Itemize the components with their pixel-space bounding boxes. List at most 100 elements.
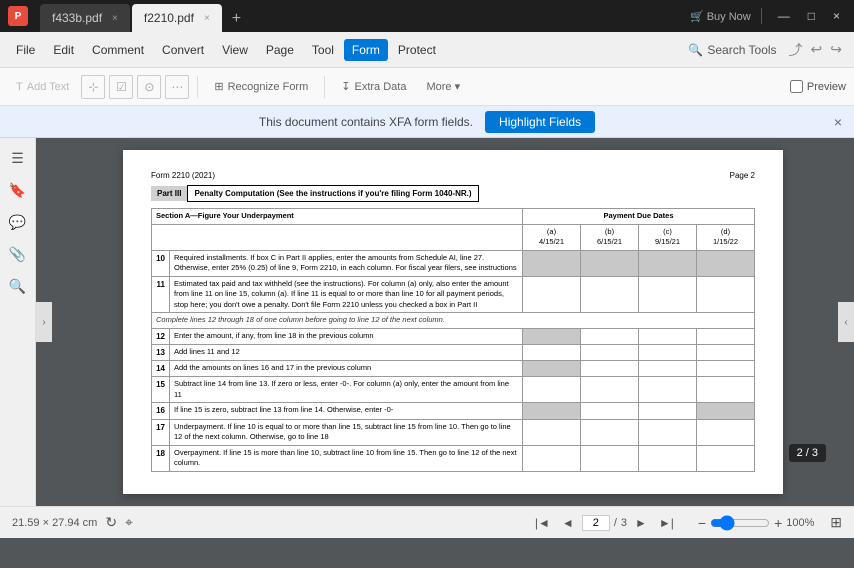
page-nav: |◄ ◄ / 3 ► ►| bbox=[531, 514, 678, 532]
select-tool-icon[interactable]: ⊹ bbox=[81, 75, 105, 99]
data-cell-2[interactable] bbox=[639, 403, 697, 419]
row-description: Estimated tax paid and tax withheld (see… bbox=[170, 276, 523, 313]
menu-protect[interactable]: Protect bbox=[390, 39, 444, 61]
tab-f433b[interactable]: f433b.pdf × bbox=[40, 4, 130, 32]
data-cell-1[interactable] bbox=[581, 361, 639, 377]
menu-form[interactable]: Form bbox=[344, 39, 388, 61]
data-cell-1[interactable] bbox=[581, 419, 639, 445]
menu-tool[interactable]: Tool bbox=[304, 39, 342, 61]
menu-view[interactable]: View bbox=[214, 39, 256, 61]
panel-comment-icon[interactable]: 💬 bbox=[6, 210, 30, 234]
data-cell-1[interactable] bbox=[581, 328, 639, 344]
data-cell-1[interactable] bbox=[581, 377, 639, 403]
data-cell-3[interactable] bbox=[697, 361, 755, 377]
data-cell-2[interactable] bbox=[639, 276, 697, 313]
section-a-header: Section A—Figure Your Underpayment bbox=[152, 209, 523, 225]
data-cell-0[interactable] bbox=[523, 377, 581, 403]
data-cell-0[interactable] bbox=[523, 419, 581, 445]
data-cell-2[interactable] bbox=[639, 345, 697, 361]
tab-close-icon[interactable]: × bbox=[204, 13, 210, 24]
data-cell-1[interactable] bbox=[581, 250, 639, 276]
search-icon: 🔍 bbox=[688, 43, 703, 57]
circle-icon[interactable]: ⊙ bbox=[137, 75, 161, 99]
panel-attachment-icon[interactable]: 📎 bbox=[6, 242, 30, 266]
app-icon: P bbox=[8, 6, 28, 26]
data-cell-3[interactable] bbox=[697, 345, 755, 361]
extra-data-button[interactable]: ↧ Extra Data bbox=[333, 76, 414, 97]
menu-comment[interactable]: Comment bbox=[84, 39, 152, 61]
tab-add-button[interactable]: + bbox=[224, 6, 249, 32]
zoom-in-button[interactable]: + bbox=[774, 515, 782, 531]
buy-now-link[interactable]: 🛒 Buy Now bbox=[690, 10, 751, 23]
blank-header bbox=[152, 224, 523, 250]
zoom-out-button[interactable]: − bbox=[698, 515, 706, 531]
data-cell-3[interactable] bbox=[697, 328, 755, 344]
rotate-icon[interactable]: ↻ bbox=[105, 514, 117, 531]
data-cell-0[interactable] bbox=[523, 345, 581, 361]
data-cell-3[interactable] bbox=[697, 276, 755, 313]
notification-close-button[interactable]: × bbox=[834, 114, 842, 130]
left-collapse-arrow[interactable]: › bbox=[36, 302, 52, 342]
data-cell-3[interactable] bbox=[697, 445, 755, 471]
data-cell-1[interactable] bbox=[581, 345, 639, 361]
close-button[interactable]: × bbox=[827, 9, 846, 23]
data-cell-2[interactable] bbox=[639, 377, 697, 403]
prev-page-button[interactable]: ◄ bbox=[558, 514, 578, 532]
data-cell-2[interactable] bbox=[639, 250, 697, 276]
section-a-title: Section A—Figure Your Underpayment bbox=[156, 211, 294, 220]
data-cell-0[interactable] bbox=[523, 250, 581, 276]
data-cell-3[interactable] bbox=[697, 377, 755, 403]
data-cell-2[interactable] bbox=[639, 361, 697, 377]
highlight-fields-button[interactable]: Highlight Fields bbox=[485, 111, 595, 133]
data-cell-2[interactable] bbox=[639, 419, 697, 445]
next-page-button[interactable]: ► bbox=[631, 514, 651, 532]
menu-edit[interactable]: Edit bbox=[45, 39, 82, 61]
last-page-button[interactable]: ►| bbox=[655, 514, 678, 532]
menu-bar: File Edit Comment Convert View Page Tool… bbox=[0, 32, 854, 68]
data-cell-0[interactable] bbox=[523, 361, 581, 377]
table-row: Complete lines 12 through 18 of one colu… bbox=[152, 313, 755, 329]
data-cell-1[interactable] bbox=[581, 403, 639, 419]
zoom-slider[interactable] bbox=[710, 515, 770, 531]
more-button[interactable]: More ▾ bbox=[418, 76, 468, 97]
data-cell-0[interactable] bbox=[523, 276, 581, 313]
add-text-label: Add Text bbox=[27, 81, 70, 93]
data-cell-2[interactable] bbox=[639, 445, 697, 471]
tab-f2210[interactable]: f2210.pdf × bbox=[132, 4, 222, 32]
redo-icon[interactable]: ↪ bbox=[830, 41, 842, 58]
share-icon[interactable]: ⤴ bbox=[789, 40, 803, 60]
data-cell-0[interactable] bbox=[523, 445, 581, 471]
panel-search-icon[interactable]: 🔍 bbox=[6, 274, 30, 298]
data-cell-1[interactable] bbox=[581, 445, 639, 471]
first-page-button[interactable]: |◄ bbox=[531, 514, 554, 532]
menu-convert[interactable]: Convert bbox=[154, 39, 212, 61]
menu-file[interactable]: File bbox=[8, 39, 43, 61]
data-cell-0[interactable] bbox=[523, 328, 581, 344]
page-number: Page 2 bbox=[730, 170, 755, 181]
add-text-button[interactable]: T Add Text bbox=[8, 77, 77, 97]
more-icons[interactable]: ⋯ bbox=[165, 75, 189, 99]
recognize-form-button[interactable]: ⊞ Recognize Form bbox=[206, 76, 316, 97]
preview-checkbox[interactable] bbox=[790, 80, 803, 93]
data-cell-3[interactable] bbox=[697, 250, 755, 276]
minimize-button[interactable]: — bbox=[772, 9, 796, 23]
data-cell-2[interactable] bbox=[639, 328, 697, 344]
data-cell-1[interactable] bbox=[581, 276, 639, 313]
row-description: Overpayment. If line 15 is more than lin… bbox=[170, 445, 523, 471]
page-input[interactable] bbox=[582, 515, 610, 531]
row-description: If line 15 is zero, subtract line 13 fro… bbox=[170, 403, 523, 419]
search-tools[interactable]: 🔍 Search Tools bbox=[680, 41, 784, 59]
maximize-button[interactable]: □ bbox=[802, 9, 821, 23]
data-cell-0[interactable] bbox=[523, 403, 581, 419]
undo-icon[interactable]: ↩ bbox=[811, 41, 823, 58]
fit-page-button[interactable]: ⊞ bbox=[830, 514, 842, 531]
cursor-icon[interactable]: ⌖ bbox=[125, 514, 133, 531]
data-cell-3[interactable] bbox=[697, 403, 755, 419]
tab-close-icon[interactable]: × bbox=[112, 13, 118, 24]
panel-layers-icon[interactable]: ☰ bbox=[6, 146, 30, 170]
data-cell-3[interactable] bbox=[697, 419, 755, 445]
menu-page[interactable]: Page bbox=[258, 39, 302, 61]
right-collapse-arrow[interactable]: ‹ bbox=[838, 302, 854, 342]
checkbox-icon[interactable]: ☑ bbox=[109, 75, 133, 99]
panel-bookmark-icon[interactable]: 🔖 bbox=[6, 178, 30, 202]
